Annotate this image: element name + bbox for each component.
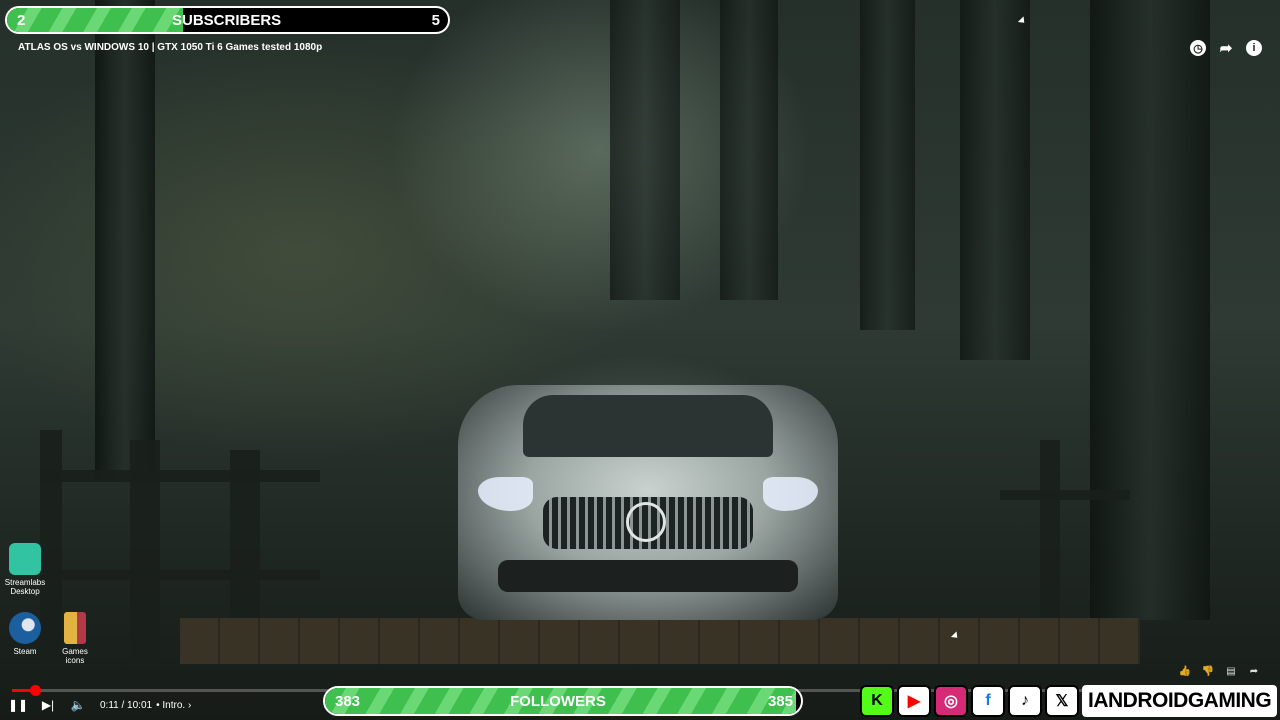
chapter-label[interactable]: • Intro. › — [156, 700, 191, 711]
like-icon[interactable]: 👍 — [1178, 664, 1192, 678]
subscriber-goal: 5 — [431, 12, 440, 29]
subscriber-goal-bar: 2 SUBSCRIBERS 5 — [5, 6, 450, 34]
follower-current: 383 — [335, 693, 361, 710]
desktop-icon-label: Games icons — [62, 647, 88, 665]
player-controls: ❚❚ ▶| 🔈 0:11 / 10:01 • Intro. › — [8, 697, 191, 713]
streamlabs-icon — [9, 543, 41, 575]
time-display: 0:11 / 10:01 — [100, 699, 153, 711]
pause-icon[interactable]: ❚❚ — [8, 697, 28, 713]
desktop-icon-streamlabs[interactable]: Streamlabs Desktop — [2, 543, 48, 596]
desktop-wallpaper — [0, 0, 1280, 720]
desktop-icon-games[interactable]: Games icons — [52, 612, 98, 665]
youtube-icon[interactable]: ▶ — [897, 685, 931, 717]
follower-label: FOLLOWERS — [510, 693, 606, 710]
follower-goal-bar: 383 FOLLOWERS 385 — [323, 686, 803, 716]
video-top-actions: ◷ ➦ i — [1190, 40, 1262, 57]
follower-goal: 385 — [767, 693, 793, 710]
watch-later-icon[interactable]: ◷ — [1190, 40, 1206, 56]
desktop-icon-steam[interactable]: Steam — [2, 612, 48, 656]
steam-icon — [9, 612, 41, 644]
brand-name: IANDROIDGAMING — [1082, 685, 1278, 717]
subscriber-current: 2 — [17, 12, 26, 29]
info-icon[interactable]: i — [1246, 40, 1262, 56]
volume-icon[interactable]: 🔈 — [70, 697, 86, 713]
share-icon[interactable]: ➦ — [1218, 40, 1234, 57]
car-image — [458, 385, 838, 620]
desktop-icon-label: Streamlabs Desktop — [4, 578, 46, 596]
progress-scrubber[interactable] — [29, 685, 41, 696]
dislike-icon[interactable]: 👎 — [1201, 664, 1215, 678]
comment-icon[interactable]: ▤ — [1224, 664, 1238, 678]
kick-icon[interactable]: K — [860, 685, 894, 717]
next-icon[interactable]: ▶| — [40, 697, 56, 713]
subscriber-label: SUBSCRIBERS — [172, 12, 282, 29]
right-overlay-actions: 👍 👎 ▤ ➦ — [1178, 664, 1261, 678]
share-icon[interactable]: ➦ — [1247, 664, 1261, 678]
video-title[interactable]: ATLAS OS vs WINDOWS 10 | GTX 1050 Ti 6 G… — [18, 42, 322, 53]
facebook-icon[interactable]: f — [971, 685, 1005, 717]
instagram-icon[interactable]: ◎ — [934, 685, 968, 717]
social-links: K ▶ ◎ f ♪ 𝕏 IANDROIDGAMING — [860, 685, 1278, 717]
subscriber-progress-fill — [7, 8, 184, 32]
tiktok-icon[interactable]: ♪ — [1008, 685, 1042, 717]
x-icon[interactable]: 𝕏 — [1045, 685, 1079, 717]
folder-icon — [64, 612, 86, 644]
desktop-icon-label: Steam — [13, 647, 37, 656]
